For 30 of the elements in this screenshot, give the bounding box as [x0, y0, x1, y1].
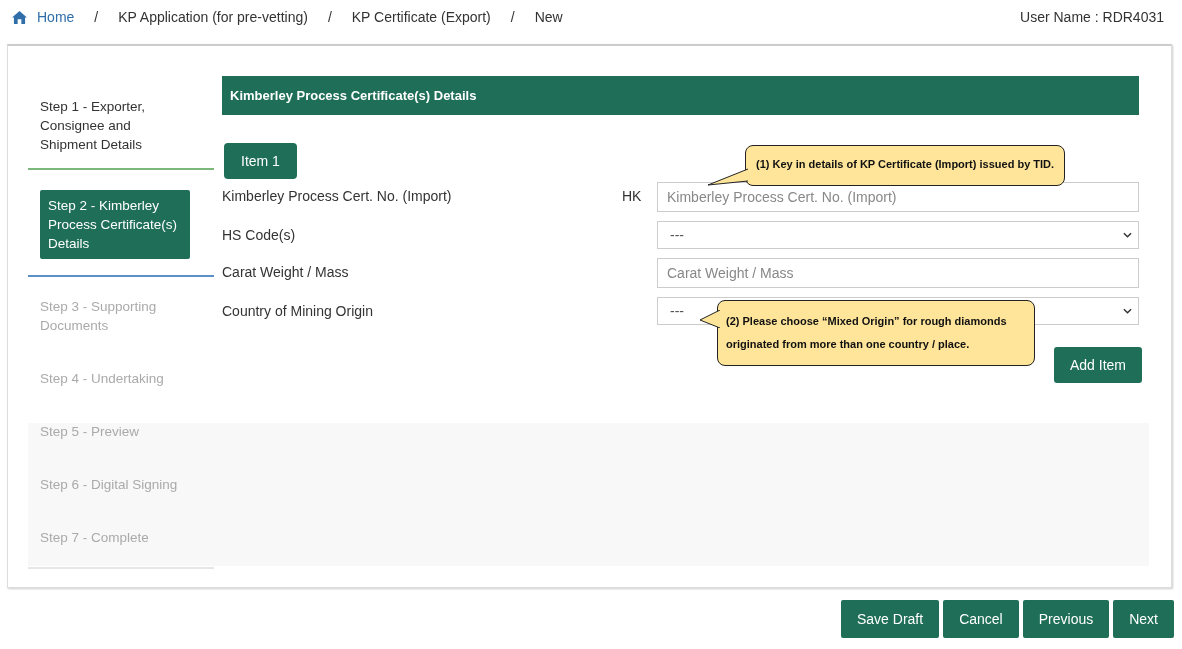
- add-item-button[interactable]: Add Item: [1053, 347, 1142, 383]
- callout-pointer: [700, 310, 720, 328]
- dropdown-field[interactable]: ---: [657, 221, 1139, 249]
- prefix-label: HK: [622, 188, 642, 204]
- breadcrumb-item[interactable]: Home: [37, 9, 75, 25]
- callout-pointer: [708, 167, 748, 187]
- action-button[interactable]: Cancel: [943, 600, 1019, 638]
- home-icon: [12, 10, 27, 24]
- input-field[interactable]: Kimberley Process Cert. No. (Import): [657, 182, 1139, 212]
- action-button[interactable]: Next: [1113, 600, 1174, 638]
- action-button[interactable]: Save Draft: [841, 600, 940, 638]
- section-header: Kimberley Process Certificate(s) Details: [222, 76, 1139, 115]
- action-button[interactable]: Previous: [1022, 600, 1110, 638]
- field-label: Kimberley Process Cert. No. (Import): [222, 187, 453, 204]
- item-tab[interactable]: Item 1: [224, 143, 297, 179]
- breadcrumb-separator: /: [94, 9, 99, 25]
- field-label: Country of Mining Origin: [222, 302, 374, 319]
- step-item[interactable]: Step 1 - Exporter, Consignee and Shipment Details: [40, 97, 180, 154]
- chevron-down-icon: [1123, 232, 1132, 238]
- breadcrumb-item: New: [534, 9, 563, 25]
- breadcrumb-separator: /: [327, 9, 332, 25]
- breadcrumb-item: KP Certificate (Export): [351, 9, 491, 25]
- field-label: Carat Weight / Mass: [222, 263, 350, 280]
- user-name: User Name : RDR4031: [1020, 9, 1164, 25]
- breadcrumb-separator: /: [510, 9, 515, 25]
- breadcrumb-item: KP Application (for pre-vetting): [118, 9, 308, 25]
- step-item[interactable]: Step 2 - Kimberley Process Certificate(s) Details: [40, 190, 190, 259]
- chevron-down-icon: [1123, 308, 1132, 314]
- input-field[interactable]: Carat Weight / Mass: [657, 258, 1139, 288]
- field-label: HS Code(s): [222, 226, 297, 243]
